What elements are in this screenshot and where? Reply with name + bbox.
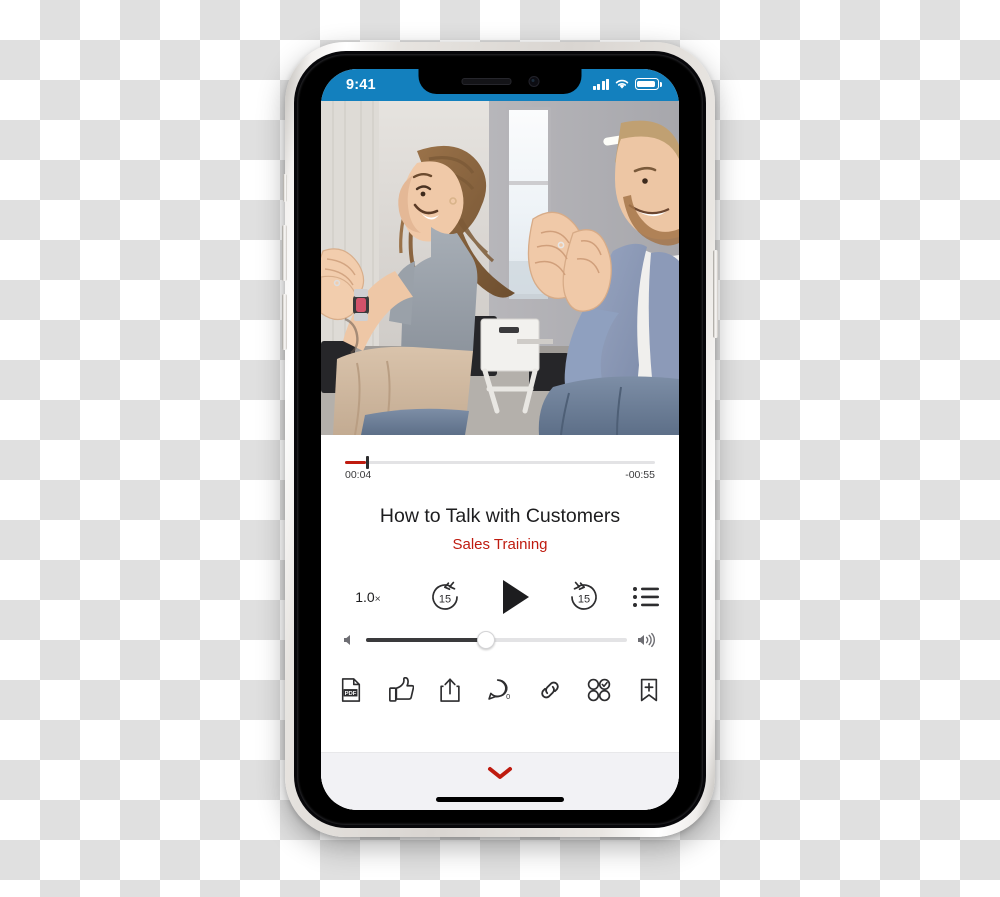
svg-text:15: 15 xyxy=(438,594,450,606)
elapsed-time: 00:04 xyxy=(345,469,372,481)
chevron-down-icon[interactable] xyxy=(487,766,513,780)
action-toolbar: PDF 0 xyxy=(335,672,665,708)
progress-track[interactable] xyxy=(345,456,655,469)
quiz-icon xyxy=(588,678,611,702)
remaining-time: -00:55 xyxy=(625,469,655,481)
wifi-icon xyxy=(615,79,629,89)
bottom-bar xyxy=(321,752,679,810)
cellular-signal-icon xyxy=(592,78,609,90)
power-button[interactable] xyxy=(713,250,718,338)
link-icon xyxy=(540,681,559,699)
comment-count: 0 xyxy=(507,692,511,701)
comments-button[interactable]: 0 xyxy=(484,674,516,706)
pdf-icon: PDF xyxy=(341,678,361,702)
status-bar-time: 9:41 xyxy=(346,77,376,93)
phone-mockup: 9:41 00:04 -00:55 How to Talk with Custo… xyxy=(282,42,718,837)
play-button[interactable] xyxy=(492,575,536,619)
phone-notch xyxy=(418,69,582,94)
playback-speed-value: 1.0 xyxy=(355,589,375,605)
speaker-loud-icon xyxy=(638,632,656,648)
progress-handle[interactable] xyxy=(366,456,369,469)
front-camera-icon xyxy=(528,75,539,87)
playback-progress[interactable]: 00:04 -00:55 xyxy=(345,456,655,481)
forward-15-icon: 15 xyxy=(570,581,597,610)
share-button[interactable] xyxy=(434,674,466,706)
svg-text:PDF: PDF xyxy=(345,691,357,697)
comment-icon: 0 xyxy=(488,679,511,701)
playback-speed-button[interactable]: 1.0× xyxy=(339,589,397,605)
forward-15-button[interactable]: 15 xyxy=(567,580,601,614)
video-frame-image xyxy=(321,101,679,435)
bookmark-add-icon xyxy=(640,678,658,702)
page-title: How to Talk with Customers xyxy=(379,505,621,527)
like-button[interactable] xyxy=(385,674,417,706)
status-bar-icons xyxy=(592,78,662,90)
link-button[interactable] xyxy=(534,674,566,706)
audio-player-panel: 00:04 -00:55 How to Talk with Customers … xyxy=(321,435,679,810)
time-labels: 00:04 -00:55 xyxy=(345,469,655,481)
volume-down-button[interactable] xyxy=(282,294,287,350)
playlist-button[interactable] xyxy=(631,584,661,610)
volume-track[interactable] xyxy=(366,631,627,649)
course-subtitle: Sales Training xyxy=(452,536,548,553)
phone-screen: 9:41 00:04 -00:55 How to Talk with Custo… xyxy=(321,69,679,810)
pdf-attachment-button[interactable]: PDF xyxy=(335,674,367,706)
svg-text:15: 15 xyxy=(577,594,589,606)
home-indicator[interactable] xyxy=(436,797,564,802)
thumbs-up-icon xyxy=(388,677,414,702)
bookmark-button[interactable] xyxy=(633,674,665,706)
battery-icon xyxy=(635,78,662,90)
playlist-icon xyxy=(633,587,659,607)
playback-controls: 1.0× 15 15 xyxy=(339,573,661,621)
silent-switch-button[interactable] xyxy=(283,174,287,202)
playback-speed-symbol: × xyxy=(374,593,381,605)
rewind-15-icon: 15 xyxy=(431,581,458,610)
earpiece-speaker-icon xyxy=(461,77,511,85)
rewind-15-button[interactable]: 15 xyxy=(428,580,462,614)
volume-up-button[interactable] xyxy=(282,225,287,281)
volume-fill xyxy=(366,638,487,642)
speaker-mute-icon xyxy=(344,635,350,645)
share-icon xyxy=(440,678,461,702)
volume-control[interactable] xyxy=(343,627,657,653)
play-icon xyxy=(503,580,529,614)
progress-fill xyxy=(345,461,367,464)
volume-knob[interactable] xyxy=(477,631,496,649)
quiz-button[interactable] xyxy=(583,674,615,706)
video-player-surface[interactable] xyxy=(321,101,679,435)
